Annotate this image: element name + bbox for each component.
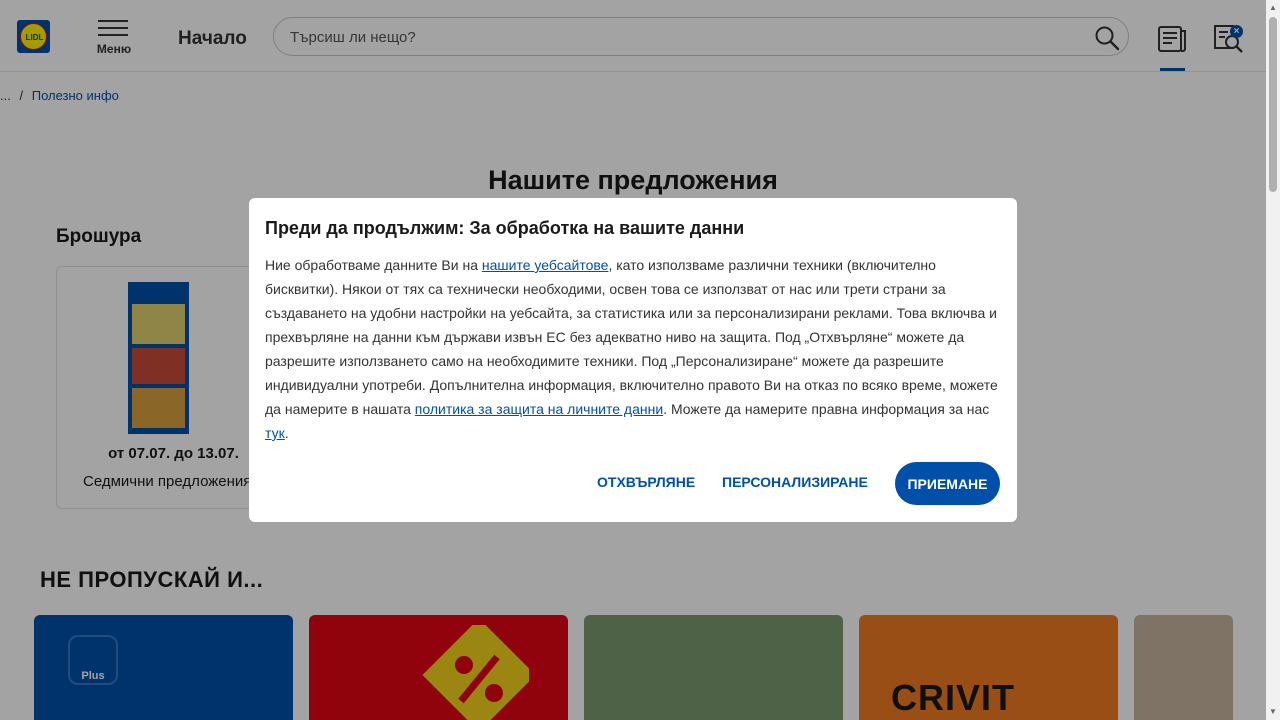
consent-text-part: , като използваме различни техники (вклю…: [265, 257, 998, 417]
consent-text: Ние обработваме данните Ви на нашите уеб…: [265, 253, 1001, 445]
consent-text-part: Ние обработваме данните Ви на: [265, 257, 482, 273]
accept-button[interactable]: Приемане: [895, 462, 1000, 505]
consent-text-part: . Можете да намерите правна информация з…: [663, 401, 990, 417]
consent-text-part: .: [284, 425, 289, 441]
customize-button[interactable]: Персонализиране: [722, 474, 868, 490]
reject-button[interactable]: Отхвърляне: [597, 474, 695, 490]
scroll-down-arrow-icon[interactable]: ▼: [1269, 707, 1277, 717]
page-scrollbar[interactable]: ▲ ▼: [1266, 0, 1280, 720]
consent-title: Преди да продължим: За обработка на ваши…: [265, 218, 745, 238]
privacy-policy-link[interactable]: политика за защита на личните данни: [415, 401, 663, 417]
legal-info-link[interactable]: тук: [265, 425, 285, 441]
scroll-up-arrow-icon[interactable]: ▲: [1269, 3, 1277, 13]
scroll-thumb[interactable]: [1269, 17, 1277, 192]
cookie-consent-dialog: Преди да продължим: За обработка на ваши…: [249, 198, 1017, 522]
websites-link[interactable]: нашите уебсайтове: [482, 257, 609, 273]
